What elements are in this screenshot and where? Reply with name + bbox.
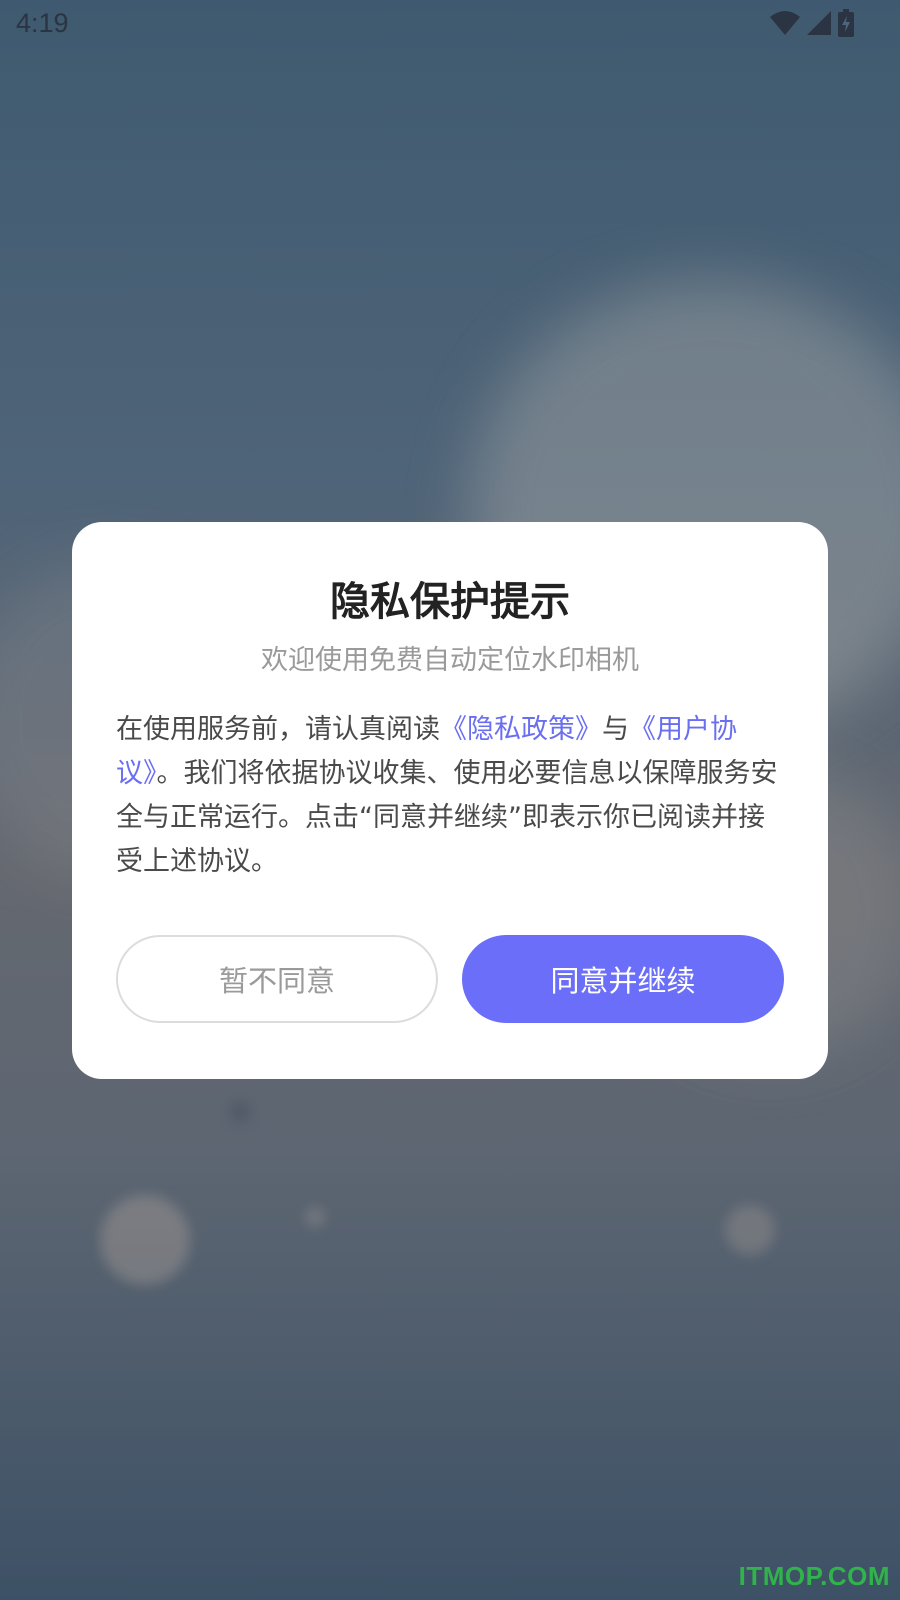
agree-and-continue-button[interactable]: 同意并继续	[462, 935, 784, 1023]
privacy-dialog: 隐私保护提示 欢迎使用免费自动定位水印相机 在使用服务前，请认真阅读《隐私政策》…	[72, 522, 828, 1079]
body-text-after: 。我们将依据协议收集、使用必要信息以保障服务安全与正常运行。点击“同意并继续”即…	[116, 758, 778, 877]
dialog-body: 在使用服务前，请认真阅读《隐私政策》与《用户协议》。我们将依据协议收集、使用必要…	[116, 708, 784, 884]
dialog-subtitle: 欢迎使用免费自动定位水印相机	[261, 645, 639, 676]
background-bokeh	[229, 1101, 251, 1123]
site-watermark: ITMOP.COM	[738, 1561, 890, 1591]
status-time: 4:19	[16, 8, 69, 38]
cellular-signal-icon	[806, 10, 832, 36]
body-text-between: 与	[602, 714, 629, 745]
app-screen: 4:19 隐私保护提示 欢迎使用免费自动定位水印相机 在使用服务前，请认真阅读《…	[0, 0, 900, 1600]
decline-button[interactable]: 暂不同意	[116, 935, 438, 1023]
wifi-icon	[770, 10, 800, 36]
status-bar: 4:19	[0, 0, 900, 48]
background-bokeh	[100, 1195, 190, 1285]
status-icons	[770, 9, 854, 37]
battery-charging-icon	[838, 9, 854, 37]
privacy-policy-link[interactable]: 《隐私政策》	[440, 714, 602, 745]
background-bokeh	[305, 1207, 325, 1227]
background-bokeh	[725, 1205, 775, 1255]
body-text-before: 在使用服务前，请认真阅读	[116, 714, 440, 745]
dialog-title: 隐私保护提示	[330, 579, 570, 625]
